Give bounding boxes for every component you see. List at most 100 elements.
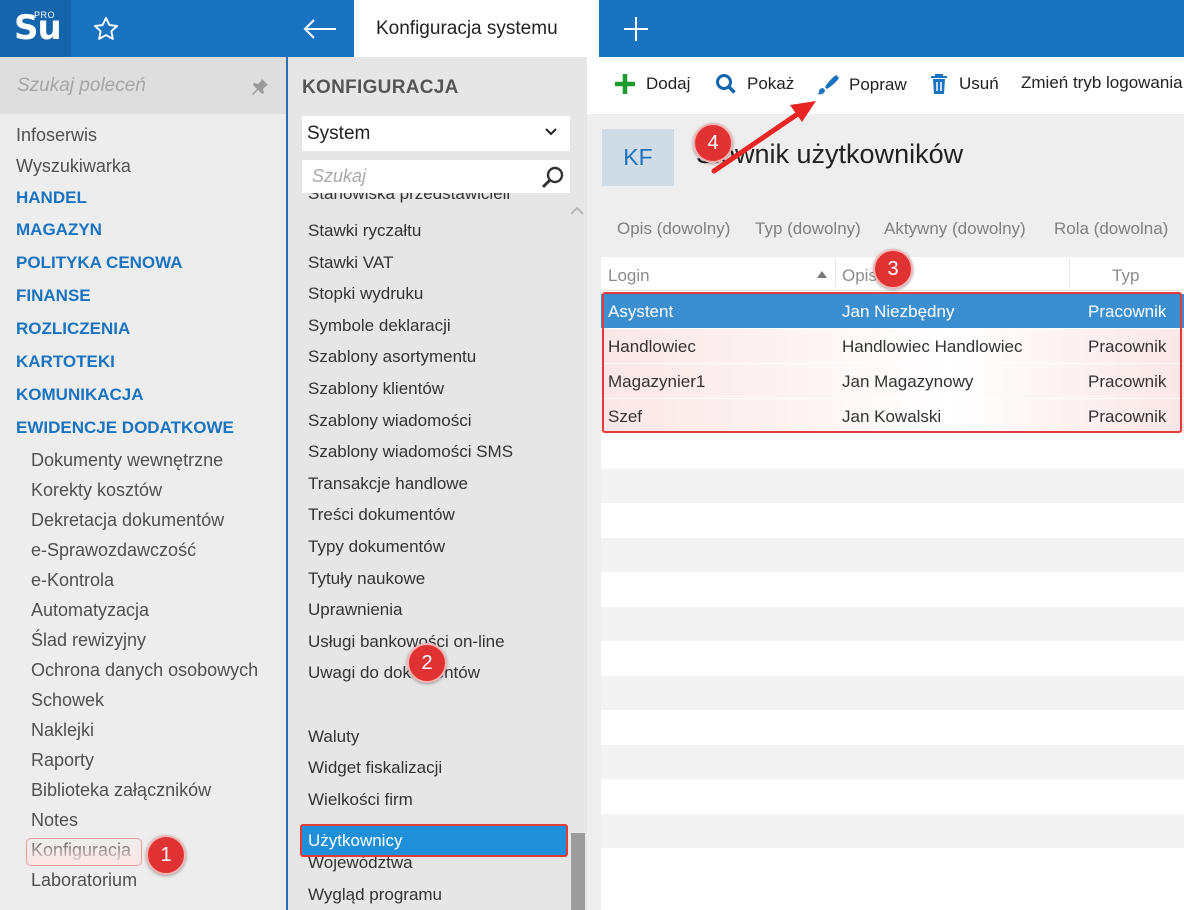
show-button-label: Pokaż <box>747 74 795 93</box>
empty-row <box>601 641 1184 675</box>
back-button[interactable] <box>286 0 354 57</box>
config-item[interactable]: Szablony wiadomości SMS <box>308 442 513 462</box>
panel-title: KONFIGURACJA <box>302 77 459 98</box>
sidebar-item[interactable]: POLITYKA CENOWA <box>16 253 183 273</box>
sidebar-item[interactable]: Ochrona danych osobowych <box>31 660 258 681</box>
config-item[interactable]: Szablony asortymentu <box>308 347 476 367</box>
config-item[interactable]: Szablony wiadomości <box>308 411 471 431</box>
table-row[interactable]: Szef Jan Kowalski Pracownik <box>601 399 1184 433</box>
favorites-button[interactable] <box>71 0 140 57</box>
config-item-selected[interactable]: Użytkownicy <box>300 824 568 857</box>
config-item[interactable]: Wygląd programu <box>308 885 442 905</box>
config-item[interactable]: Typy dokumentów <box>308 537 445 557</box>
config-item[interactable]: Widget fiskalizacji <box>308 758 442 778</box>
trash-icon <box>931 74 947 94</box>
config-item[interactable]: Symbole deklaracji <box>308 316 451 336</box>
cell-opis: Handlowiec Handlowiec <box>842 337 1023 356</box>
scrollbar-thumb[interactable] <box>571 833 585 910</box>
empty-row <box>601 468 1184 503</box>
config-group-select[interactable]: System <box>302 116 570 151</box>
empty-row <box>601 572 1184 606</box>
table-row[interactable]: Handlowiec Handlowiec Handlowiec Pracownik <box>601 329 1184 363</box>
sidebar-item[interactable]: Dokumenty wewnętrzne <box>31 450 223 471</box>
table-row[interactable]: Asystent Jan Niezbędny Pracownik <box>601 294 1184 328</box>
sidebar-item[interactable]: e-Kontrola <box>31 570 114 591</box>
search-icon[interactable] <box>541 165 565 189</box>
filter-opis[interactable]: Opis (dowolny) <box>617 219 730 239</box>
config-item[interactable]: Usługi bankowości on-line <box>308 632 505 652</box>
sidebar-item[interactable]: Korekty kosztów <box>31 480 162 501</box>
config-item[interactable]: Waluty <box>308 727 359 747</box>
column-typ[interactable]: Typ <box>1112 266 1139 286</box>
sidebar-item[interactable]: Raporty <box>31 750 94 771</box>
show-button[interactable]: Pokaż <box>715 73 794 95</box>
config-item[interactable]: Tytuły naukowe <box>308 569 425 589</box>
sidebar-item[interactable]: KOMUNIKACJA <box>16 385 144 405</box>
command-search-input[interactable] <box>0 57 240 114</box>
change-login-mode-button[interactable]: Zmień tryb logowania <box>1021 73 1184 93</box>
sidebar-item[interactable]: FINANSE <box>16 286 91 306</box>
cell-login: Asystent <box>608 302 674 321</box>
sidebar-item[interactable]: HANDEL <box>16 188 87 208</box>
sidebar-item[interactable]: KARTOTEKI <box>16 352 115 372</box>
app-logo[interactable]: Su PRO <box>0 0 71 57</box>
cell-login: Handlowiec <box>608 337 696 356</box>
cell-opis: Jan Niezbędny <box>842 302 955 321</box>
add-button-label: Dodaj <box>646 74 691 93</box>
config-search-input[interactable] <box>302 160 532 193</box>
cell-typ: Pracownik <box>1088 337 1167 356</box>
sidebar-item[interactable]: ROZLICZENIA <box>16 319 130 339</box>
navigation-sidebar: Infoserwis Wyszukiwarka HANDEL MAGAZYN POLIT… <box>0 57 286 910</box>
cell-typ: Pracownik <box>1088 302 1167 321</box>
config-item[interactable]: Stawki ryczałtu <box>308 221 421 241</box>
column-login[interactable]: Login <box>608 266 650 286</box>
config-item[interactable]: Stopki wydruku <box>308 284 423 304</box>
change-login-mode-label: Zmień tryb logowania <box>1021 73 1183 92</box>
tab-title: Konfiguracja systemu <box>376 17 558 39</box>
add-button[interactable]: Dodaj <box>614 73 690 95</box>
filter-typ[interactable]: Typ (dowolny) <box>755 219 861 239</box>
config-item[interactable]: Transakcje handlowe <box>308 474 468 494</box>
pin-icon[interactable] <box>250 77 270 97</box>
table-row[interactable]: Magazynier1 Jan Magazynowy Pracownik <box>601 364 1184 398</box>
sidebar-item[interactable]: EWIDENCJE DODATKOWE <box>16 418 234 438</box>
sidebar-item[interactable]: Dekretacja dokumentów <box>31 510 224 531</box>
edit-button[interactable]: Popraw <box>815 73 907 97</box>
empty-row <box>601 813 1184 848</box>
brush-icon <box>817 75 839 95</box>
sidebar-item[interactable]: Schowek <box>31 690 104 711</box>
config-item[interactable]: Uwagi do dokumentów <box>308 663 480 683</box>
sidebar-item[interactable]: MAGAZYN <box>16 220 102 240</box>
config-item[interactable]: Stawki VAT <box>308 253 393 273</box>
sidebar-item[interactable]: Infoserwis <box>16 125 97 146</box>
sidebar-item[interactable]: Naklejki <box>31 720 94 741</box>
sidebar-item[interactable]: e-Sprawozdawczość <box>31 540 196 561</box>
star-icon <box>93 16 118 40</box>
filter-rola[interactable]: Rola (dowolna) <box>1054 219 1168 239</box>
delete-button[interactable]: Usuń <box>929 73 999 95</box>
sidebar-item[interactable]: Automatyzacja <box>31 600 149 621</box>
annotation-badge: 2 <box>407 643 447 683</box>
column-opis[interactable]: Opis <box>842 266 877 286</box>
config-item[interactable]: Uprawnienia <box>308 600 403 620</box>
sidebar-item[interactable]: Biblioteka załączników <box>31 780 211 801</box>
sidebar-item[interactable]: Ślad rewizyjny <box>31 630 146 651</box>
cell-typ: Pracownik <box>1088 407 1167 426</box>
magnifier-icon <box>716 74 736 94</box>
config-item-partial[interactable]: Stanowiska przedstawicieli <box>308 193 510 204</box>
config-item[interactable]: Szablony klientów <box>308 379 444 399</box>
konfiguracja-highlight <box>26 838 142 866</box>
annotation-badge: 1 <box>146 835 186 875</box>
plus-icon <box>615 74 635 94</box>
sidebar-item[interactable]: Laboratorium <box>31 870 137 891</box>
config-item[interactable]: Wielkości firm <box>308 790 413 810</box>
users-table: Login Opis Typ Asystent Jan Niezbędny Prac… <box>601 257 1184 910</box>
scroll-up-icon[interactable] <box>569 205 585 217</box>
filter-aktywny[interactable]: Aktywny (dowolny) <box>884 219 1026 239</box>
config-group-value: System <box>307 122 371 144</box>
add-tab-button[interactable] <box>604 0 668 57</box>
config-item[interactable]: Treści dokumentów <box>308 505 455 525</box>
sidebar-item[interactable]: Wyszukiwarka <box>16 156 131 177</box>
sidebar-item[interactable]: Notes <box>31 810 78 831</box>
tab-system-configuration[interactable]: Konfiguracja systemu <box>354 0 599 57</box>
